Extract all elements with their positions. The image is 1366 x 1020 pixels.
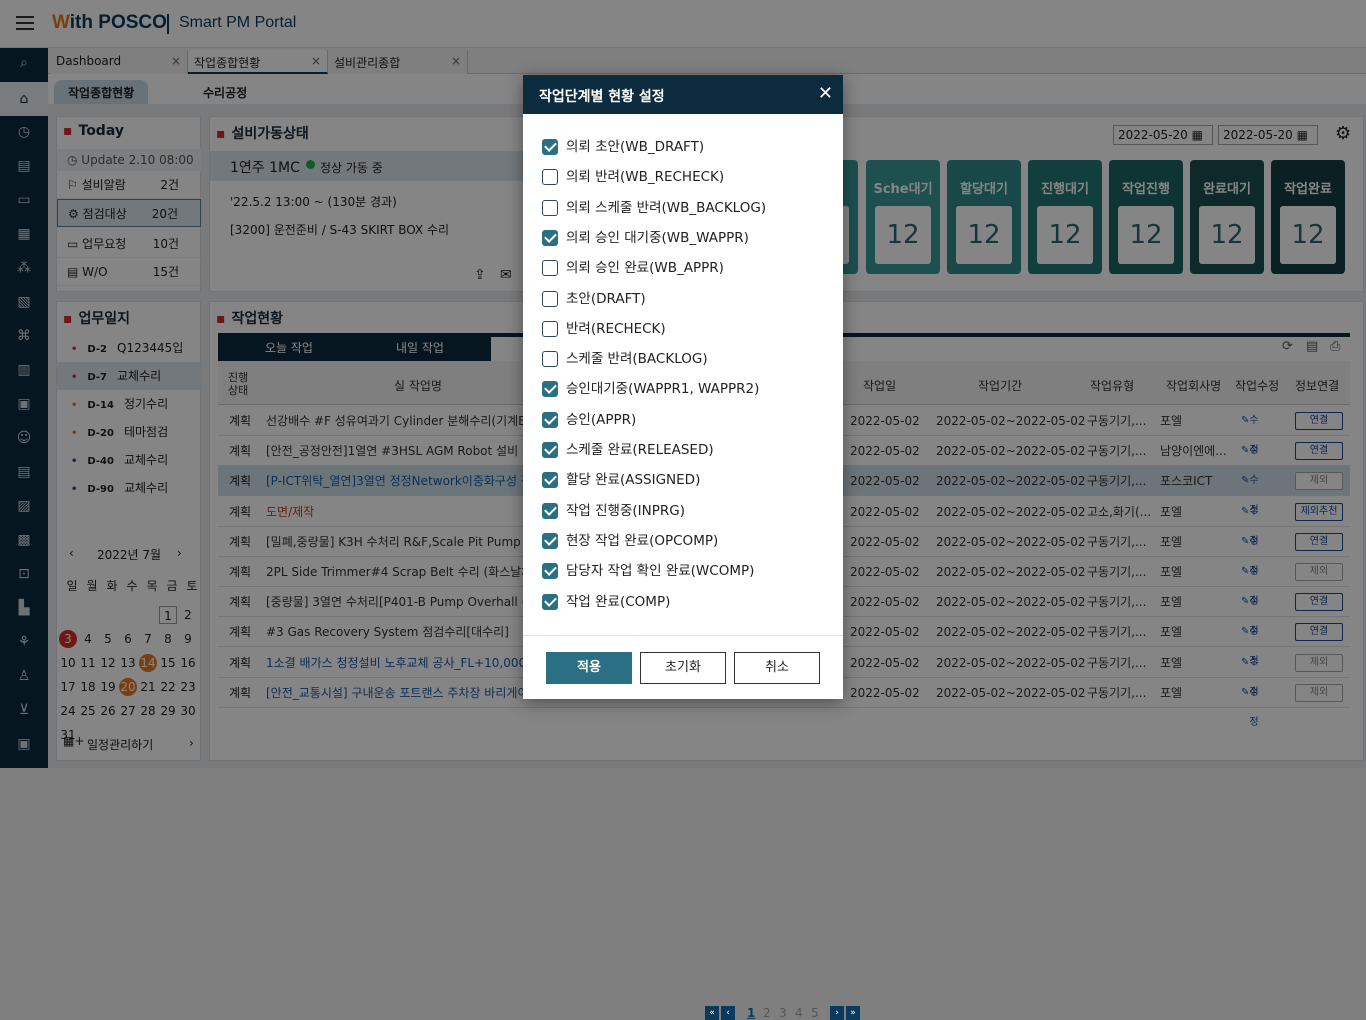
checkbox[interactable] [542, 593, 558, 610]
status-option[interactable]: 스케줄 반려(BACKLOG) [542, 348, 708, 370]
option-label: 반려(RECHECK) [566, 320, 666, 337]
option-label: 의뢰 초안(WB_DRAFT) [566, 139, 705, 155]
checkbox[interactable] [542, 411, 558, 428]
status-option[interactable]: 스케줄 완료(RELEASED) [542, 439, 714, 461]
checkbox[interactable] [542, 351, 558, 368]
page-number[interactable]: 3 [779, 1006, 787, 1020]
option-label: 담당자 작업 확인 완료(WCOMP) [566, 563, 755, 580]
page-number[interactable]: 4 [795, 1006, 803, 1020]
status-option[interactable]: 의뢰 반려(WB_RECHECK) [542, 166, 724, 188]
last-page-icon[interactable]: » [846, 1006, 860, 1020]
option-label: 의뢰 승인 대기중(WB_WAPPR) [566, 229, 749, 246]
reset-button[interactable]: 초기화 [640, 652, 726, 684]
checkbox[interactable] [542, 532, 558, 549]
option-label: 의뢰 스케줄 반려(WB_BACKLOG) [566, 199, 767, 216]
status-option[interactable]: 승인(APPR) [542, 409, 636, 431]
option-label: 승인(APPR) [566, 411, 637, 428]
option-label: 작업 완료(COMP) [566, 593, 671, 610]
first-page-icon[interactable]: « [705, 1006, 719, 1020]
status-option[interactable]: 작업 완료(COMP) [542, 591, 670, 613]
option-label: 의뢰 반려(WB_RECHECK) [566, 169, 725, 186]
option-label: 초안(DRAFT) [566, 290, 646, 307]
next-page-icon[interactable]: › [830, 1006, 844, 1020]
option-label: 현장 작업 완료(OPCOMP) [566, 532, 719, 549]
checkbox[interactable] [542, 229, 558, 246]
checkbox[interactable] [542, 139, 558, 155]
option-label: 할당 완료(ASSIGNED) [566, 472, 701, 489]
checkbox[interactable] [542, 169, 558, 186]
status-option[interactable]: 승인대기중(WAPPR1, WAPPR2) [542, 378, 759, 400]
option-label: 스케줄 반려(BACKLOG) [566, 351, 708, 368]
cancel-button[interactable]: 취소 [734, 652, 820, 684]
checkbox[interactable] [542, 320, 558, 337]
dialog-header: 작업단계별 현황 설정 ✕ [523, 75, 843, 114]
checkbox[interactable] [542, 442, 558, 458]
checkbox[interactable] [542, 563, 558, 580]
close-icon[interactable]: ✕ [818, 83, 833, 104]
status-option[interactable]: 의뢰 초안(WB_DRAFT) [542, 136, 704, 158]
apply-button[interactable]: 적용 [546, 652, 632, 684]
checkbox[interactable] [542, 260, 558, 277]
checkbox[interactable] [542, 502, 558, 519]
status-option[interactable]: 현장 작업 완료(OPCOMP) [542, 530, 718, 552]
dialog-divider [523, 635, 843, 636]
page-number[interactable]: 2 [763, 1006, 771, 1020]
status-option[interactable]: 의뢰 스케줄 반려(WB_BACKLOG) [542, 197, 766, 219]
status-option[interactable]: 반려(RECHECK) [542, 318, 666, 340]
stage-settings-dialog: 작업단계별 현황 설정 ✕ 의뢰 초안(WB_DRAFT) 의뢰 반려(WB_RE… [523, 75, 843, 699]
checkbox[interactable] [542, 290, 558, 307]
prev-page-icon[interactable]: ‹ [721, 1006, 735, 1020]
option-label: 작업 진행중(INPRG) [566, 502, 685, 519]
option-label: 승인대기중(WAPPR1, WAPPR2) [566, 381, 760, 398]
page-number[interactable]: 5 [811, 1006, 819, 1020]
status-option[interactable]: 작업 진행중(INPRG) [542, 500, 685, 522]
status-option[interactable]: 초안(DRAFT) [542, 288, 646, 310]
page-number[interactable]: 1 [747, 1006, 755, 1020]
status-option[interactable]: 할당 완료(ASSIGNED) [542, 469, 700, 491]
dialog-title: 작업단계별 현황 설정 [539, 89, 665, 105]
option-label: 의뢰 승인 완료(WB_APPR) [566, 260, 724, 277]
option-label: 스케줄 완료(RELEASED) [566, 442, 714, 458]
checkbox[interactable] [542, 381, 558, 398]
checkbox[interactable] [542, 199, 558, 216]
status-option[interactable]: 의뢰 승인 완료(WB_APPR) [542, 257, 724, 279]
status-option[interactable]: 담당자 작업 확인 완료(WCOMP) [542, 560, 754, 582]
status-option[interactable]: 의뢰 승인 대기중(WB_WAPPR) [542, 227, 749, 249]
checkbox[interactable] [542, 472, 558, 489]
